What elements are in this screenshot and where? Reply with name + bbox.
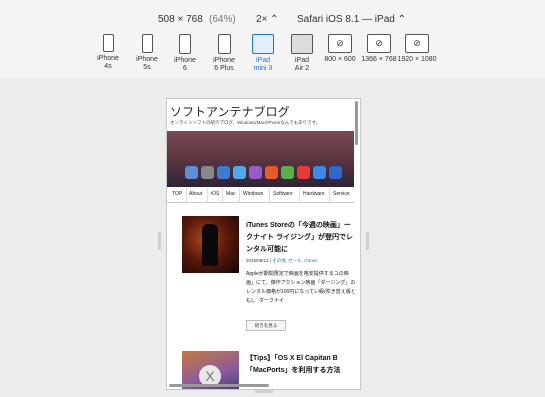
- article-excerpt: Appleが期間限定で映画を格安提供するコの映画」にて、傑作アクション映画「ダー…: [246, 271, 356, 304]
- responsive-toolbar: 508 × 768 (64%) 2× ⌃ Safari iOS 8.1 — iP…: [0, 0, 545, 78]
- article-meta: 2015/08/12 | その他, セール, iTunes: [246, 258, 318, 264]
- nav-item-windows[interactable]: Windows: [243, 191, 263, 197]
- device-label: iPad: [255, 57, 270, 64]
- article-title[interactable]: 【Tips】「OS X El Capitan B「MacPorts」を利用する方…: [246, 353, 356, 377]
- device-iphone-6[interactable]: iPhone 6: [165, 34, 205, 73]
- device-label: iPhone: [136, 56, 158, 63]
- compass-icon: ⊘: [405, 34, 429, 53]
- dock-icons: [185, 166, 354, 182]
- viewport-size: 508 × 768: [158, 14, 203, 25]
- resize-handle-bottom[interactable]: [255, 390, 273, 393]
- device-label: 4s: [104, 63, 112, 70]
- device-label: 6 Plus: [214, 65, 234, 72]
- figure-silhouette: [202, 224, 218, 266]
- article-title[interactable]: iTunes Storeの「今週の映画」ークナイト ライジング」が登円でレンタル…: [246, 220, 356, 256]
- device-label: 1366 × 768: [361, 56, 397, 63]
- app-icon: [265, 166, 278, 179]
- nav-item-service[interactable]: Service: [333, 191, 350, 197]
- resize-handle-right[interactable]: [366, 232, 369, 250]
- tablet-icon: [252, 34, 274, 54]
- device-label: 5s: [143, 64, 151, 71]
- read-more-button[interactable]: 続きを見る: [246, 320, 286, 331]
- article-date: 2015/08/12: [246, 258, 269, 263]
- article-thumbnail[interactable]: [182, 216, 239, 273]
- device-ipad-mini-3[interactable]: iPad mini 3: [243, 34, 283, 73]
- app-icon: [201, 166, 214, 179]
- toolbar-top-row: 508 × 768 (64%) 2× ⌃ Safari iOS 8.1 — iP…: [0, 14, 545, 30]
- nav-item-hardware[interactable]: Hardware: [303, 191, 325, 197]
- nav-item-top[interactable]: TOP: [172, 191, 182, 197]
- device-1366x768[interactable]: ⊘ 1366 × 768: [359, 34, 399, 64]
- compass-icon: ⊘: [367, 34, 391, 53]
- safari-icon: [313, 166, 326, 179]
- device-ipad-air-2[interactable]: iPad Air 2: [282, 34, 322, 73]
- app-icon: [249, 166, 262, 179]
- phone-icon: [179, 34, 191, 54]
- compass-icon: ⊘: [328, 34, 352, 53]
- device-label: Air 2: [294, 65, 310, 72]
- device-presets: iPhone 4s iPhone 5s iPhone 6 iPhone 6 Pl…: [0, 34, 545, 78]
- device-iphone-4s[interactable]: iPhone 4s: [88, 34, 128, 71]
- phone-icon: [217, 34, 231, 54]
- site-description: オンラインソフトの紹介ブログ。Windows/Mac/iPhoneなんでもありで…: [170, 120, 321, 125]
- phone-icon: [102, 34, 114, 52]
- phone-icon: [141, 34, 153, 53]
- device-iphone-6-plus[interactable]: iPhone 6 Plus: [204, 34, 244, 73]
- app-icon: [297, 166, 310, 179]
- article-categories[interactable]: その他, セール, iTunes: [272, 258, 317, 263]
- device-iphone-5s[interactable]: iPhone 5s: [127, 34, 167, 72]
- chrome-icon: [281, 166, 294, 179]
- tablet-icon: [291, 34, 313, 54]
- finder-icon: [185, 166, 198, 179]
- app-icon: [233, 166, 246, 179]
- device-label: 800 × 600: [324, 56, 356, 63]
- nav-item-mac[interactable]: Mac: [226, 191, 235, 197]
- pixel-ratio-select[interactable]: 2× ⌃: [256, 14, 279, 25]
- header-image: [167, 131, 354, 187]
- device-label: mini 3: [253, 65, 273, 72]
- resize-handle-left[interactable]: [158, 232, 161, 250]
- device-label: 6: [183, 65, 187, 72]
- device-viewport: ソフトアンテナブログ オンラインソフトの紹介ブログ。Windows/Mac/iP…: [166, 98, 361, 390]
- site-title[interactable]: ソフトアンテナブログ: [170, 103, 290, 120]
- device-800x600[interactable]: ⊘ 800 × 600: [320, 34, 360, 64]
- device-label: iPad: [294, 57, 309, 64]
- device-label: iPhone: [174, 57, 196, 64]
- nav-item-about[interactable]: About: [189, 191, 202, 197]
- device-label: iPhone: [213, 57, 235, 64]
- horizontal-scrollbar[interactable]: [169, 384, 269, 387]
- app-icon: [329, 166, 342, 179]
- device-1920x1080[interactable]: ⊘ 1920 × 1080: [397, 34, 437, 64]
- app-icon: [217, 166, 230, 179]
- nav-item-ios[interactable]: iOS: [211, 191, 219, 197]
- device-label: iPhone: [97, 55, 119, 62]
- site-nav: TOP About iOS Mac Windows Software Hardw…: [167, 188, 354, 203]
- device-label: 1920 × 1080: [397, 56, 437, 63]
- nav-item-software[interactable]: Software: [273, 191, 293, 197]
- user-agent-select[interactable]: Safari iOS 8.1 — iPad ⌃: [297, 14, 406, 25]
- vertical-scrollbar[interactable]: [355, 101, 358, 145]
- zoom-level: (64%): [209, 14, 236, 25]
